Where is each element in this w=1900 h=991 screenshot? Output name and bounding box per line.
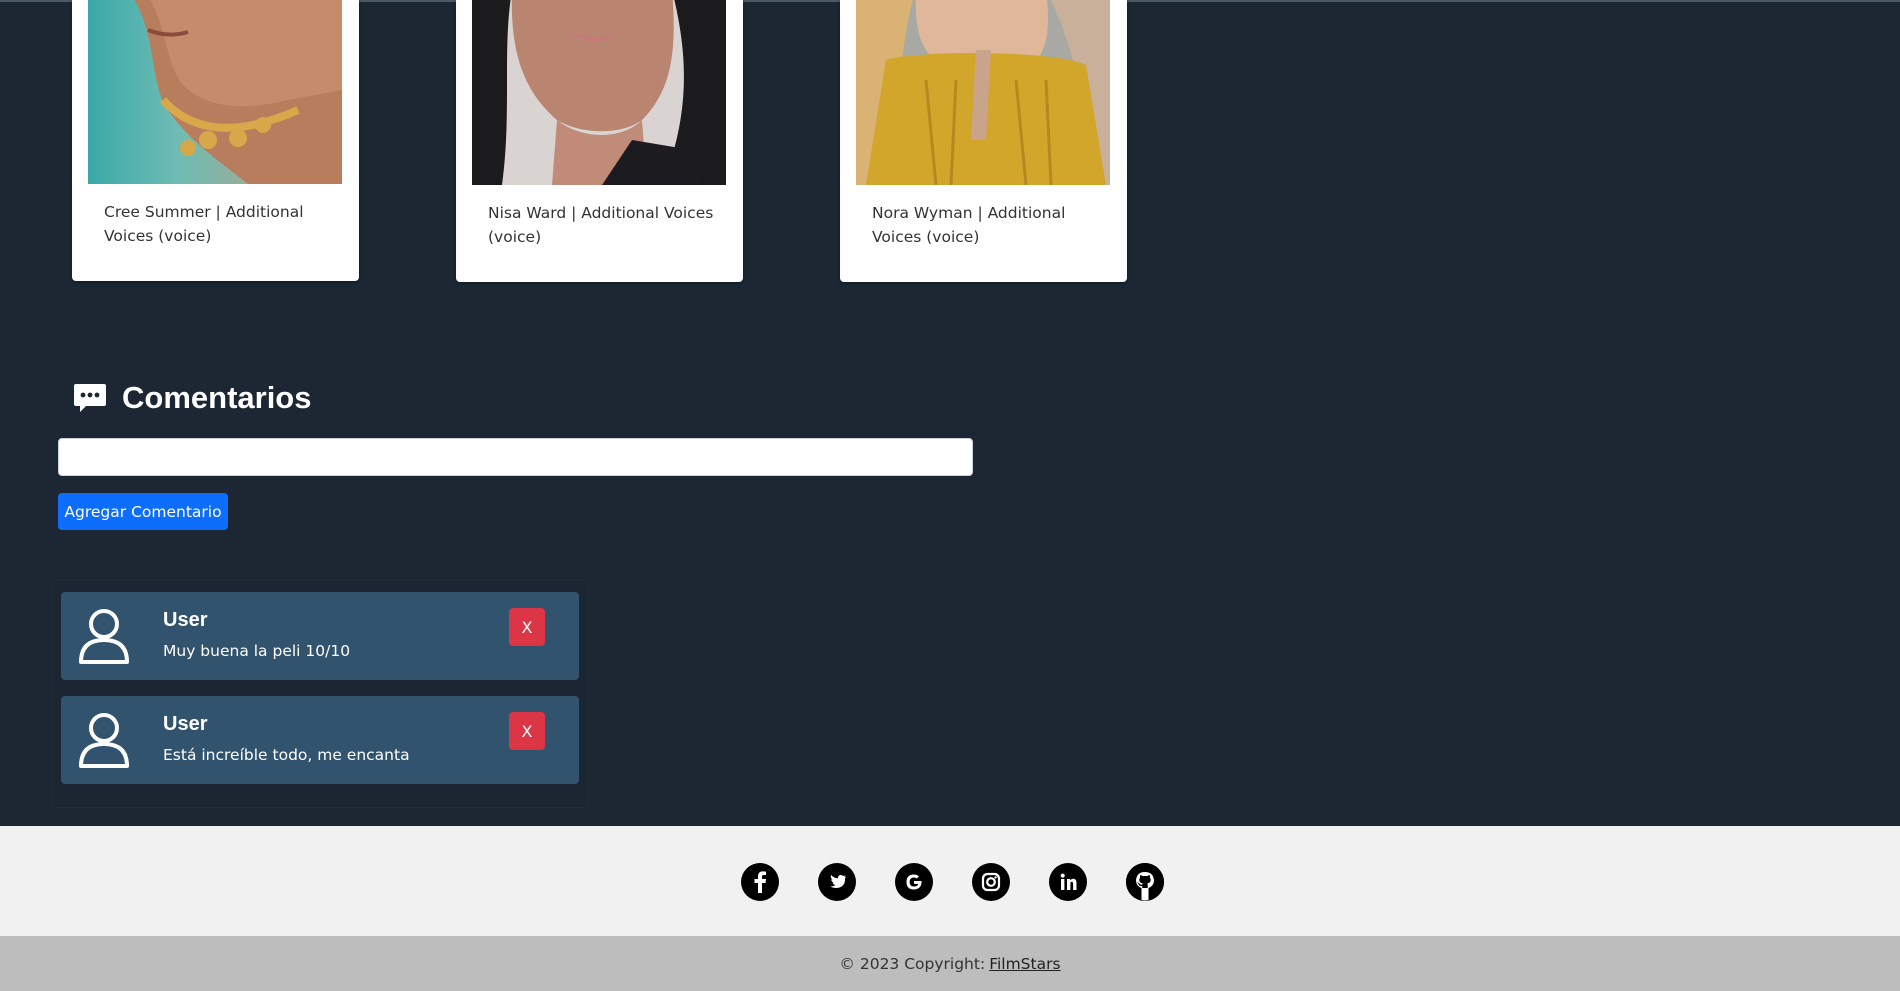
facebook-icon[interactable] [741, 863, 779, 901]
footer-social-bar [0, 826, 1900, 936]
comment-author: User [163, 713, 208, 735]
comment-author: User [163, 609, 208, 631]
github-icon[interactable] [1126, 863, 1164, 901]
cast-photo [472, 0, 726, 185]
google-icon[interactable] [895, 863, 933, 901]
user-icon [79, 713, 129, 768]
delete-comment-button[interactable]: X [509, 608, 545, 646]
comments-list: User Muy buena la peli 10/10 X User Está… [52, 580, 589, 808]
comment-item: User Muy buena la peli 10/10 X [61, 592, 579, 680]
cast-photo [88, 0, 342, 184]
chat-dots-icon [74, 384, 106, 412]
comment-text: Está increíble todo, me encanta [163, 746, 410, 764]
add-comment-button[interactable]: Agregar Comentario [58, 493, 228, 530]
cast-caption: Nisa Ward | Additional Voices (voice) [488, 204, 714, 246]
comment-item: User Está increíble todo, me encanta X [61, 696, 579, 784]
copyright-link[interactable]: FilmStars [989, 955, 1060, 973]
cast-card[interactable]: Nisa Ward | Additional Voices (voice) [456, 0, 743, 282]
comments-header: Comentarios [72, 380, 311, 416]
cast-photo [856, 0, 1110, 185]
user-icon [79, 609, 129, 664]
copyright-text: © 2023 Copyright: [839, 954, 986, 973]
cast-caption: Nora Wyman | Additional Voices (voice) [872, 204, 1066, 246]
cast-card[interactable]: Cree Summer | Additional Voices (voice) [72, 0, 359, 281]
comments-title: Comentarios [122, 380, 312, 415]
instagram-icon[interactable] [972, 863, 1010, 901]
comment-input[interactable] [58, 438, 973, 476]
cast-card[interactable]: Nora Wyman | Additional Voices (voice) [840, 0, 1127, 282]
copyright-bar: © 2023 Copyright: FilmStars [0, 936, 1900, 991]
twitter-icon[interactable] [818, 863, 856, 901]
delete-comment-button[interactable]: X [509, 712, 545, 750]
linkedin-icon[interactable] [1049, 863, 1087, 901]
cast-caption: Cree Summer | Additional Voices (voice) [104, 203, 304, 245]
comment-text: Muy buena la peli 10/10 [163, 642, 351, 660]
